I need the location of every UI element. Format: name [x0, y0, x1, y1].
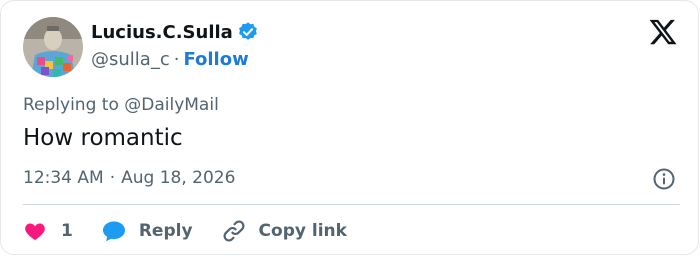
- replying-to: Replying to @DailyMail: [23, 95, 219, 115]
- tweet-date: Aug 18, 2026: [121, 168, 236, 188]
- follow-button[interactable]: Follow: [183, 49, 248, 70]
- link-icon: [223, 220, 245, 242]
- action-bar: 1 Reply Copy link: [23, 217, 347, 245]
- reply-label: Reply: [138, 221, 193, 241]
- tweet-timestamp[interactable]: 12:34 AM · Aug 18, 2026: [23, 168, 235, 188]
- divider: [23, 204, 680, 205]
- copy-link-label: Copy link: [258, 221, 347, 241]
- heart-icon: [25, 223, 45, 240]
- timestamp-separator: ·: [109, 168, 116, 188]
- speech-bubble-icon: [102, 221, 125, 242]
- tweet-text: How romantic: [23, 125, 183, 151]
- author-name-row: Lucius.C.Sulla: [91, 21, 259, 43]
- copy-link-button[interactable]: Copy link: [221, 218, 347, 244]
- like-button[interactable]: 1: [23, 219, 73, 243]
- author-handle[interactable]: @sulla_c: [91, 49, 170, 70]
- handle-separator: ·: [173, 49, 180, 70]
- handle-row: @sulla_c · Follow: [91, 49, 249, 70]
- avatar-image: [23, 17, 83, 77]
- verified-badge-icon: [238, 22, 257, 40]
- replying-prefix: Replying to: [23, 95, 125, 115]
- replying-target-link[interactable]: @DailyMail: [124, 95, 219, 115]
- tweet-time: 12:34 AM: [23, 168, 104, 188]
- info-icon[interactable]: [652, 167, 676, 191]
- tweet-card: Lucius.C.Sulla @sulla_c · Follow Replying …: [0, 0, 699, 255]
- author-name[interactable]: Lucius.C.Sulla: [91, 22, 233, 43]
- reply-button[interactable]: Reply: [101, 219, 193, 243]
- x-logo-icon[interactable]: [648, 17, 678, 47]
- avatar[interactable]: [23, 17, 83, 77]
- like-count: 1: [61, 221, 73, 241]
